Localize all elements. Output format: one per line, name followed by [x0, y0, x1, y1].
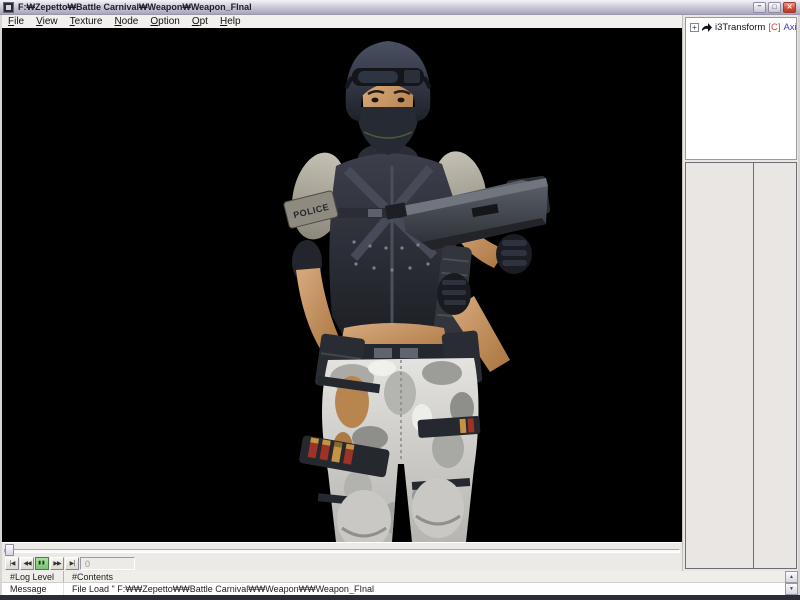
log-message-level: Message: [2, 583, 64, 595]
pause-button[interactable]: ▮▮: [35, 557, 49, 570]
timeline-track[interactable]: [4, 549, 680, 553]
app-icon: [3, 2, 14, 13]
window-title: F:₩Zepetto₩Battle Carnival₩Weapon₩Weapon…: [18, 2, 753, 12]
transform-node-icon: [702, 23, 712, 33]
scene-tree[interactable]: + i3Transform [C] AxisRotate: [685, 17, 797, 160]
menu-bar: File View Texture Node Option Opt Help: [2, 15, 682, 28]
expand-toggle[interactable]: +: [690, 23, 699, 32]
timeline-slider[interactable]: [2, 542, 682, 556]
menu-opt[interactable]: Opt: [186, 15, 214, 28]
timeline-thumb[interactable]: [5, 544, 14, 556]
app-window: F:₩Zepetto₩Battle Carnival₩Weapon₩Weapon…: [0, 0, 800, 600]
go-last-button[interactable]: ▶|: [65, 557, 79, 570]
log-message-contents: File Load " F:₩₩Zepetto₩₩Battle Carnival…: [64, 584, 798, 594]
property-column-divider: [753, 163, 754, 568]
menu-file[interactable]: File: [2, 15, 30, 28]
log-message-row[interactable]: Message File Load " F:₩₩Zepetto₩₩Battle …: [2, 583, 798, 595]
log-contents-column-header: #Contents: [64, 572, 798, 582]
log-level-column-header: #Log Level: [2, 571, 64, 582]
window-bottom-edge: [0, 595, 800, 600]
tree-node-i3transform[interactable]: + i3Transform [C] AxisRotate: [686, 18, 796, 33]
node-controller[interactable]: AxisRotate: [783, 22, 797, 33]
transport-controls: |◀ ◀◀ ▮▮ ▶▶ ▶|: [2, 556, 682, 571]
log-panel: #Log Level #Contents Message File Load "…: [2, 571, 798, 595]
menu-texture[interactable]: Texture: [64, 15, 109, 28]
character-model: POLICE: [2, 28, 682, 542]
right-panel: + i3Transform [C] AxisRotate: [682, 15, 798, 571]
go-first-button[interactable]: |◀: [5, 557, 19, 570]
close-button[interactable]: ✕: [783, 2, 796, 13]
node-class-tag: [C]: [768, 22, 780, 33]
log-header-row: #Log Level #Contents: [2, 571, 798, 583]
minimize-button[interactable]: –: [753, 2, 766, 13]
maximize-button[interactable]: □: [768, 2, 781, 13]
window-controls: – □ ✕: [753, 2, 796, 13]
prev-frame-button[interactable]: ◀◀: [20, 557, 34, 570]
next-frame-button[interactable]: ▶▶: [50, 557, 64, 570]
menu-option[interactable]: Option: [144, 15, 185, 28]
title-bar[interactable]: F:₩Zepetto₩Battle Carnival₩Weapon₩Weapon…: [0, 0, 800, 15]
menu-help[interactable]: Help: [214, 15, 247, 28]
menu-node[interactable]: Node: [108, 15, 144, 28]
log-scroll-up-button[interactable]: ▲: [785, 571, 798, 583]
property-panel[interactable]: [685, 162, 797, 569]
log-scroll-buttons: ▲ ▼: [784, 571, 798, 595]
menu-view[interactable]: View: [30, 15, 64, 28]
viewport-3d[interactable]: POLICE: [2, 28, 682, 542]
log-scroll-down-button[interactable]: ▼: [785, 583, 798, 595]
frame-number-field[interactable]: [80, 557, 135, 570]
node-name: i3Transform: [715, 22, 765, 33]
